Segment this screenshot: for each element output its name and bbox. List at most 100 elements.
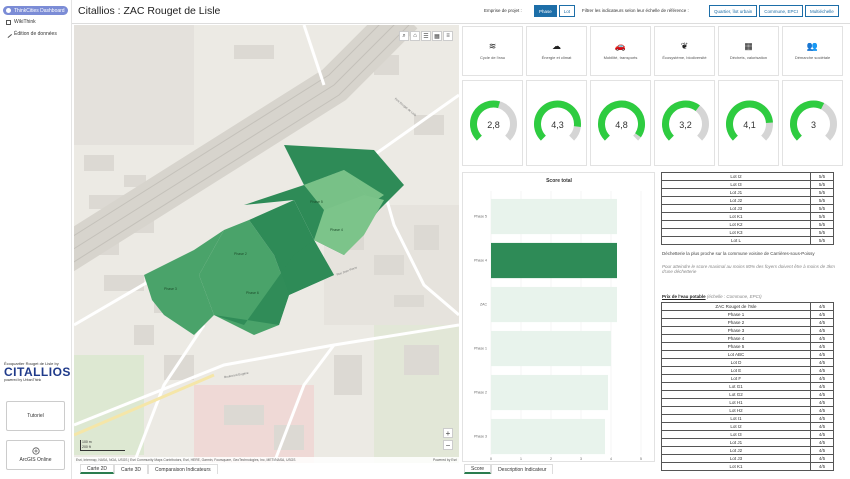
logo-name: CITALLIOS <box>4 365 71 379</box>
home-icon[interactable]: ⌂ <box>410 31 420 41</box>
category-label: Phase 3 <box>474 435 487 439</box>
sidebar-item-label: Édition de données <box>14 31 57 37</box>
tab-score[interactable]: Score <box>464 464 492 474</box>
gauge-value: 4,3 <box>551 120 564 130</box>
powered-by-esri[interactable]: Powered by Esri <box>433 457 457 463</box>
table-row: Phase 3 4/5 <box>661 326 834 335</box>
table-row: Phase 2 4/5 <box>661 318 834 327</box>
gauge-card[interactable]: 4,8 <box>590 80 651 166</box>
table-cell-name: Phase 1 <box>661 310 811 319</box>
bar[interactable] <box>491 198 617 235</box>
legend-icon[interactable]: ≡ <box>443 31 453 41</box>
table-cell-score: 5/5 <box>810 172 834 181</box>
layers-icon[interactable]: ☰ <box>421 31 431 41</box>
gauge-card[interactable]: 4,1 <box>718 80 779 166</box>
table-cell-score: 5/5 <box>810 180 834 189</box>
table-cell-name: Lot K1 <box>661 212 811 221</box>
map-attribution: Esri, Intermap, NASA, NGA, USGS | Esri C… <box>74 457 459 463</box>
gauge-value: 3,2 <box>679 120 692 130</box>
table-cell-score: 4/5 <box>810 422 834 431</box>
table-cell-score: 4/5 <box>810 462 834 471</box>
tutorial-button[interactable]: Tutoriel <box>6 401 65 431</box>
factory-icon: ▦ <box>744 41 753 51</box>
table-row: Lot J3 5/5 <box>661 204 834 213</box>
filter-option-commune[interactable]: Commune, EPCI <box>759 5 804 17</box>
tab-comparaison[interactable]: Comparaison Indicateurs <box>148 464 218 474</box>
water-icon: ≋ <box>488 41 497 51</box>
attribution-text: Esri, Intermap, NASA, NGA, USGS | Esri C… <box>76 458 296 462</box>
bar[interactable] <box>491 330 611 367</box>
filter-option-quartier[interactable]: Quartier, îlot urbain <box>709 5 758 17</box>
indicator-card[interactable]: ❦ Écosystème, biodiversité <box>654 26 715 76</box>
basemap-icon[interactable]: ▦ <box>432 31 442 41</box>
table-cell-name: Lot I2 <box>661 172 811 181</box>
table-cell-score: 5/5 <box>810 188 834 197</box>
table-row: Lot L 5/5 <box>661 236 834 245</box>
table-cell-name: Lot H2 <box>661 406 811 415</box>
sidebar-item-dashboard[interactable]: ThinkCities Dashboard <box>3 6 68 15</box>
tab-description-indicateur[interactable]: Description Indicateur <box>491 464 554 474</box>
table-cell-score: 4/5 <box>810 398 834 407</box>
leaf-icon: ❦ <box>680 41 689 51</box>
bar[interactable] <box>491 286 617 323</box>
bar[interactable] <box>491 242 617 279</box>
bar[interactable] <box>491 418 605 455</box>
indicator-card[interactable]: ≋ Cycle de l'eau <box>462 26 523 76</box>
indicator-card[interactable]: 👥 Démarche sociétale <box>782 26 843 76</box>
table-row: Lot J2 5/5 <box>661 196 834 205</box>
table-row: Lot I1 4/5 <box>661 414 834 423</box>
gauge-card[interactable]: 4,3 <box>526 80 587 166</box>
indicator-card[interactable]: 🚗 Mobilité, transports <box>590 26 651 76</box>
table-row: ZAC Rouget de l'Isle 4/5 <box>661 302 834 311</box>
tab-carte-3d[interactable]: Carte 3D <box>114 464 149 474</box>
table-cell-score: 4/5 <box>810 302 834 311</box>
indicator-label: Mobilité, transports <box>603 55 638 60</box>
filter-option-multiechelle[interactable]: Multiéchelle <box>805 5 839 17</box>
x-tick-label: 0 <box>490 457 492 461</box>
table-cell-name: Phase 3 <box>661 326 811 335</box>
emprise-option-lot[interactable]: Lot <box>558 5 576 17</box>
table-cell-score: 4/5 <box>810 350 834 359</box>
table-cell-score: 4/5 <box>810 310 834 319</box>
arcgis-button[interactable]: ArcGIS Online <box>6 440 65 470</box>
table-cell-score: 4/5 <box>810 358 834 367</box>
arcgis-icon <box>31 447 40 455</box>
table-cell-name: Lot K1 <box>661 462 811 471</box>
indicator-details-panel[interactable]: Lot I2 5/5 Lot I3 5/5 Lot J1 5/5 Lot J2 5/5 Lot … <box>656 172 850 479</box>
table-cell-score: 5/5 <box>810 228 834 237</box>
zoom-out-button[interactable]: − <box>443 440 453 450</box>
table-cell-score: 4/5 <box>810 382 834 391</box>
table-cell-name: Lot ABC <box>661 350 811 359</box>
map-label-phase5: Phase 5 <box>310 200 323 204</box>
indicator-card[interactable]: ☁ Énergie et climat <box>526 26 587 76</box>
search-icon[interactable]: ⌕ <box>399 31 409 41</box>
lots-score-table: Lot I2 5/5 Lot I3 5/5 Lot J1 5/5 Lot J2 5/5 Lot … <box>661 172 834 245</box>
map-view[interactable]: Phase 5 Phase 4 Phase 2 Phase 6 Phase 3 … <box>74 25 459 463</box>
sidebar-item-edition[interactable]: Édition de données <box>3 29 68 39</box>
section-prix-eau-scale: (échelle : Commune, EPCI) <box>706 294 762 299</box>
map-canvas[interactable] <box>74 25 459 463</box>
emprise-toggle: Phase Lot <box>534 5 576 17</box>
gauge-card[interactable]: 3,2 <box>654 80 715 166</box>
table-row: Lot K1 5/5 <box>661 212 834 221</box>
map-label-phase2: Phase 2 <box>234 252 247 256</box>
tab-carte-2d[interactable]: Carte 2D <box>80 464 115 474</box>
sidebar-item-wikithink[interactable]: WikiThink <box>3 17 68 27</box>
table-row: Lot D 4/5 <box>661 358 834 367</box>
dashboard-icon <box>6 8 11 13</box>
table-row: Lot I3 4/5 <box>661 430 834 439</box>
table-row: Lot K3 5/5 <box>661 228 834 237</box>
table-cell-score: 4/5 <box>810 326 834 335</box>
bar[interactable] <box>491 374 608 411</box>
table-row: Phase 4 4/5 <box>661 334 834 343</box>
map-label-phase3: Phase 3 <box>164 287 177 291</box>
table-cell-score: 4/5 <box>810 342 834 351</box>
table-row: Lot I2 5/5 <box>661 172 834 181</box>
emprise-option-phase[interactable]: Phase <box>534 5 557 17</box>
indicator-card[interactable]: ▦ Déchets, valorisation <box>718 26 779 76</box>
zoom-in-button[interactable]: + <box>443 428 453 438</box>
gauge-card[interactable]: 3 <box>782 80 843 166</box>
car-icon: 🚗 <box>614 41 627 51</box>
table-cell-name: Lot J2 <box>661 446 811 455</box>
gauge-card[interactable]: 2,8 <box>462 80 523 166</box>
